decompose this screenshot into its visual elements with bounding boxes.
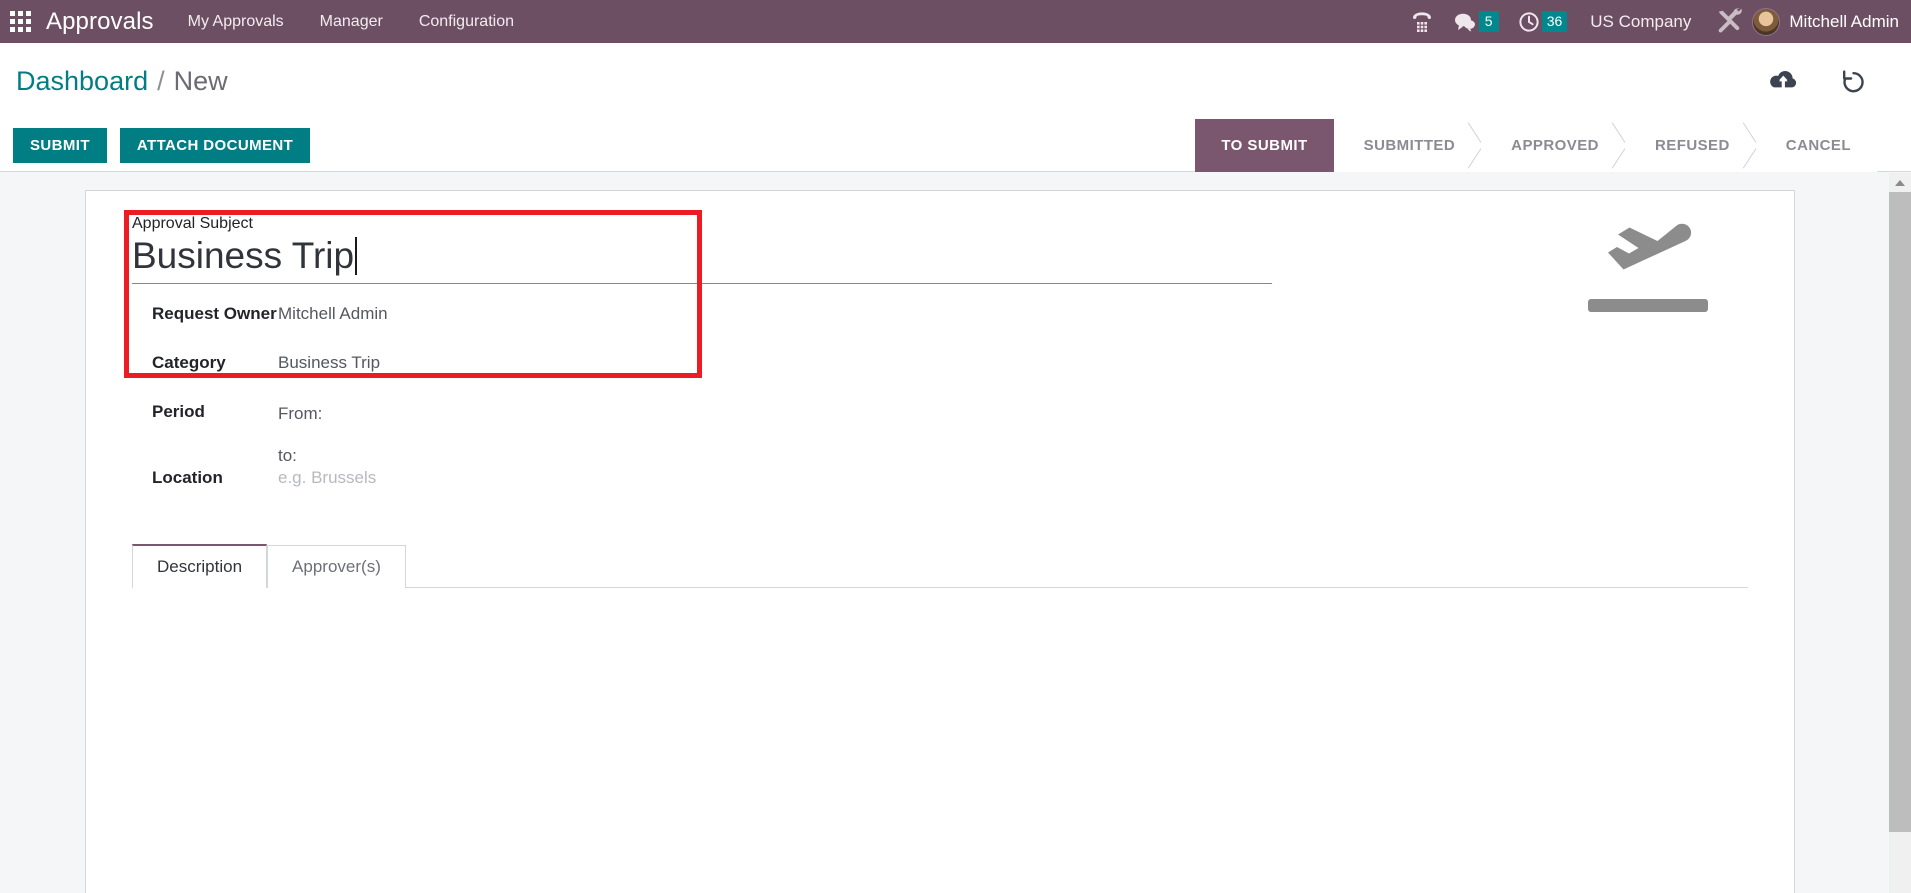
period-from-input[interactable]: From:: [278, 402, 322, 424]
form-scroll-area: Approval Subject Business Trip Request O…: [0, 173, 1889, 893]
runway-bar: [1588, 299, 1708, 312]
notebook-tabs: Description Approver(s): [132, 541, 1748, 588]
field-row-category: Category Business Trip: [132, 351, 1748, 400]
text-caret: [355, 237, 358, 275]
approval-subject-value: Business Trip: [132, 235, 355, 276]
stage-refused[interactable]: REFUSED: [1624, 118, 1756, 172]
attach-document-button[interactable]: ATTACH DOCUMENT: [119, 127, 311, 163]
phone-dialpad-icon[interactable]: [1409, 9, 1435, 35]
tab-description[interactable]: Description: [132, 544, 268, 588]
airplane-departure-icon: [1588, 215, 1712, 312]
location-input[interactable]: e.g. Brussels: [278, 466, 376, 488]
menu-manager[interactable]: Manager: [320, 13, 383, 31]
navbar-right-group: 5 36 US Company Mitchell Admin: [1400, 0, 1911, 43]
company-switcher[interactable]: US Company: [1590, 12, 1691, 32]
stage-approved[interactable]: APPROVED: [1481, 118, 1625, 172]
approval-subject-input[interactable]: Business Trip: [132, 235, 1272, 284]
field-row-location: Location e.g. Brussels: [132, 466, 1748, 515]
control-panel: SUBMIT ATTACH DOCUMENT TO SUBMIT SUBMITT…: [0, 118, 1911, 172]
period-to-input[interactable]: to:: [278, 444, 322, 466]
avatar[interactable]: [1752, 7, 1781, 36]
breadcrumb: Dashboard / New: [16, 66, 228, 97]
apps-grid-icon[interactable]: [10, 10, 32, 33]
undo-arrow-icon[interactable]: [1839, 68, 1867, 94]
wrench-screwdriver-icon[interactable]: [1716, 8, 1743, 35]
breadcrumb-separator: /: [157, 65, 165, 96]
vertical-scrollbar[interactable]: [1889, 173, 1911, 893]
form-sheet: Approval Subject Business Trip Request O…: [85, 190, 1795, 893]
tab-approvers[interactable]: Approver(s): [267, 545, 406, 588]
tab-panel-description[interactable]: [132, 588, 1748, 848]
chat-bubble-icon: [1454, 13, 1475, 32]
period-label: Period: [152, 402, 205, 421]
request-owner-label: Request Owner: [152, 304, 277, 323]
field-row-request-owner: Request Owner Mitchell Admin: [132, 302, 1748, 351]
period-values: From: to:: [278, 400, 322, 466]
clock-icon: [1519, 11, 1539, 32]
messages-count-badge: 5: [1478, 11, 1499, 32]
submit-button[interactable]: SUBMIT: [13, 127, 107, 163]
breadcrumb-bar: Dashboard / New: [0, 43, 1911, 119]
user-menu[interactable]: Mitchell Admin: [1789, 12, 1899, 32]
record-actions: [1728, 68, 1911, 94]
category-value[interactable]: Business Trip: [278, 351, 380, 373]
approval-subject-label: Approval Subject: [132, 215, 253, 232]
request-owner-value[interactable]: Mitchell Admin: [278, 302, 388, 324]
activities-counter[interactable]: 36: [1517, 10, 1568, 34]
cloud-upload-icon[interactable]: [1768, 69, 1799, 93]
location-label: Location: [152, 468, 223, 487]
stage-cancel[interactable]: CANCEL: [1755, 118, 1877, 172]
scrollbar-thumb[interactable]: [1889, 192, 1911, 832]
messages-counter[interactable]: 5: [1453, 11, 1499, 33]
stage-submitted[interactable]: SUBMITTED: [1333, 118, 1482, 172]
status-pipeline: TO SUBMIT SUBMITTED APPROVED REFUSED CAN…: [1195, 118, 1911, 172]
form-fields: Request Owner Mitchell Admin Category Bu…: [132, 302, 1748, 515]
subject-block: Approval Subject Business Trip: [132, 215, 1748, 284]
activities-count-badge: 36: [1541, 11, 1568, 32]
menu-configuration[interactable]: Configuration: [419, 13, 514, 31]
field-row-period: Period From: to:: [132, 400, 1748, 466]
stage-to-submit[interactable]: TO SUBMIT: [1195, 118, 1353, 172]
breadcrumb-dashboard[interactable]: Dashboard: [16, 66, 148, 97]
odoo-approvals-window: Approvals My Approvals Manager Configura…: [0, 0, 1911, 893]
menu-my-approvals[interactable]: My Approvals: [188, 13, 284, 31]
category-label: Category: [152, 353, 226, 372]
top-navbar: Approvals My Approvals Manager Configura…: [0, 0, 1911, 43]
scroll-up-arrow-icon[interactable]: [1889, 173, 1911, 192]
breadcrumb-current: New: [173, 65, 228, 96]
app-brand-approvals[interactable]: Approvals: [46, 8, 154, 36]
